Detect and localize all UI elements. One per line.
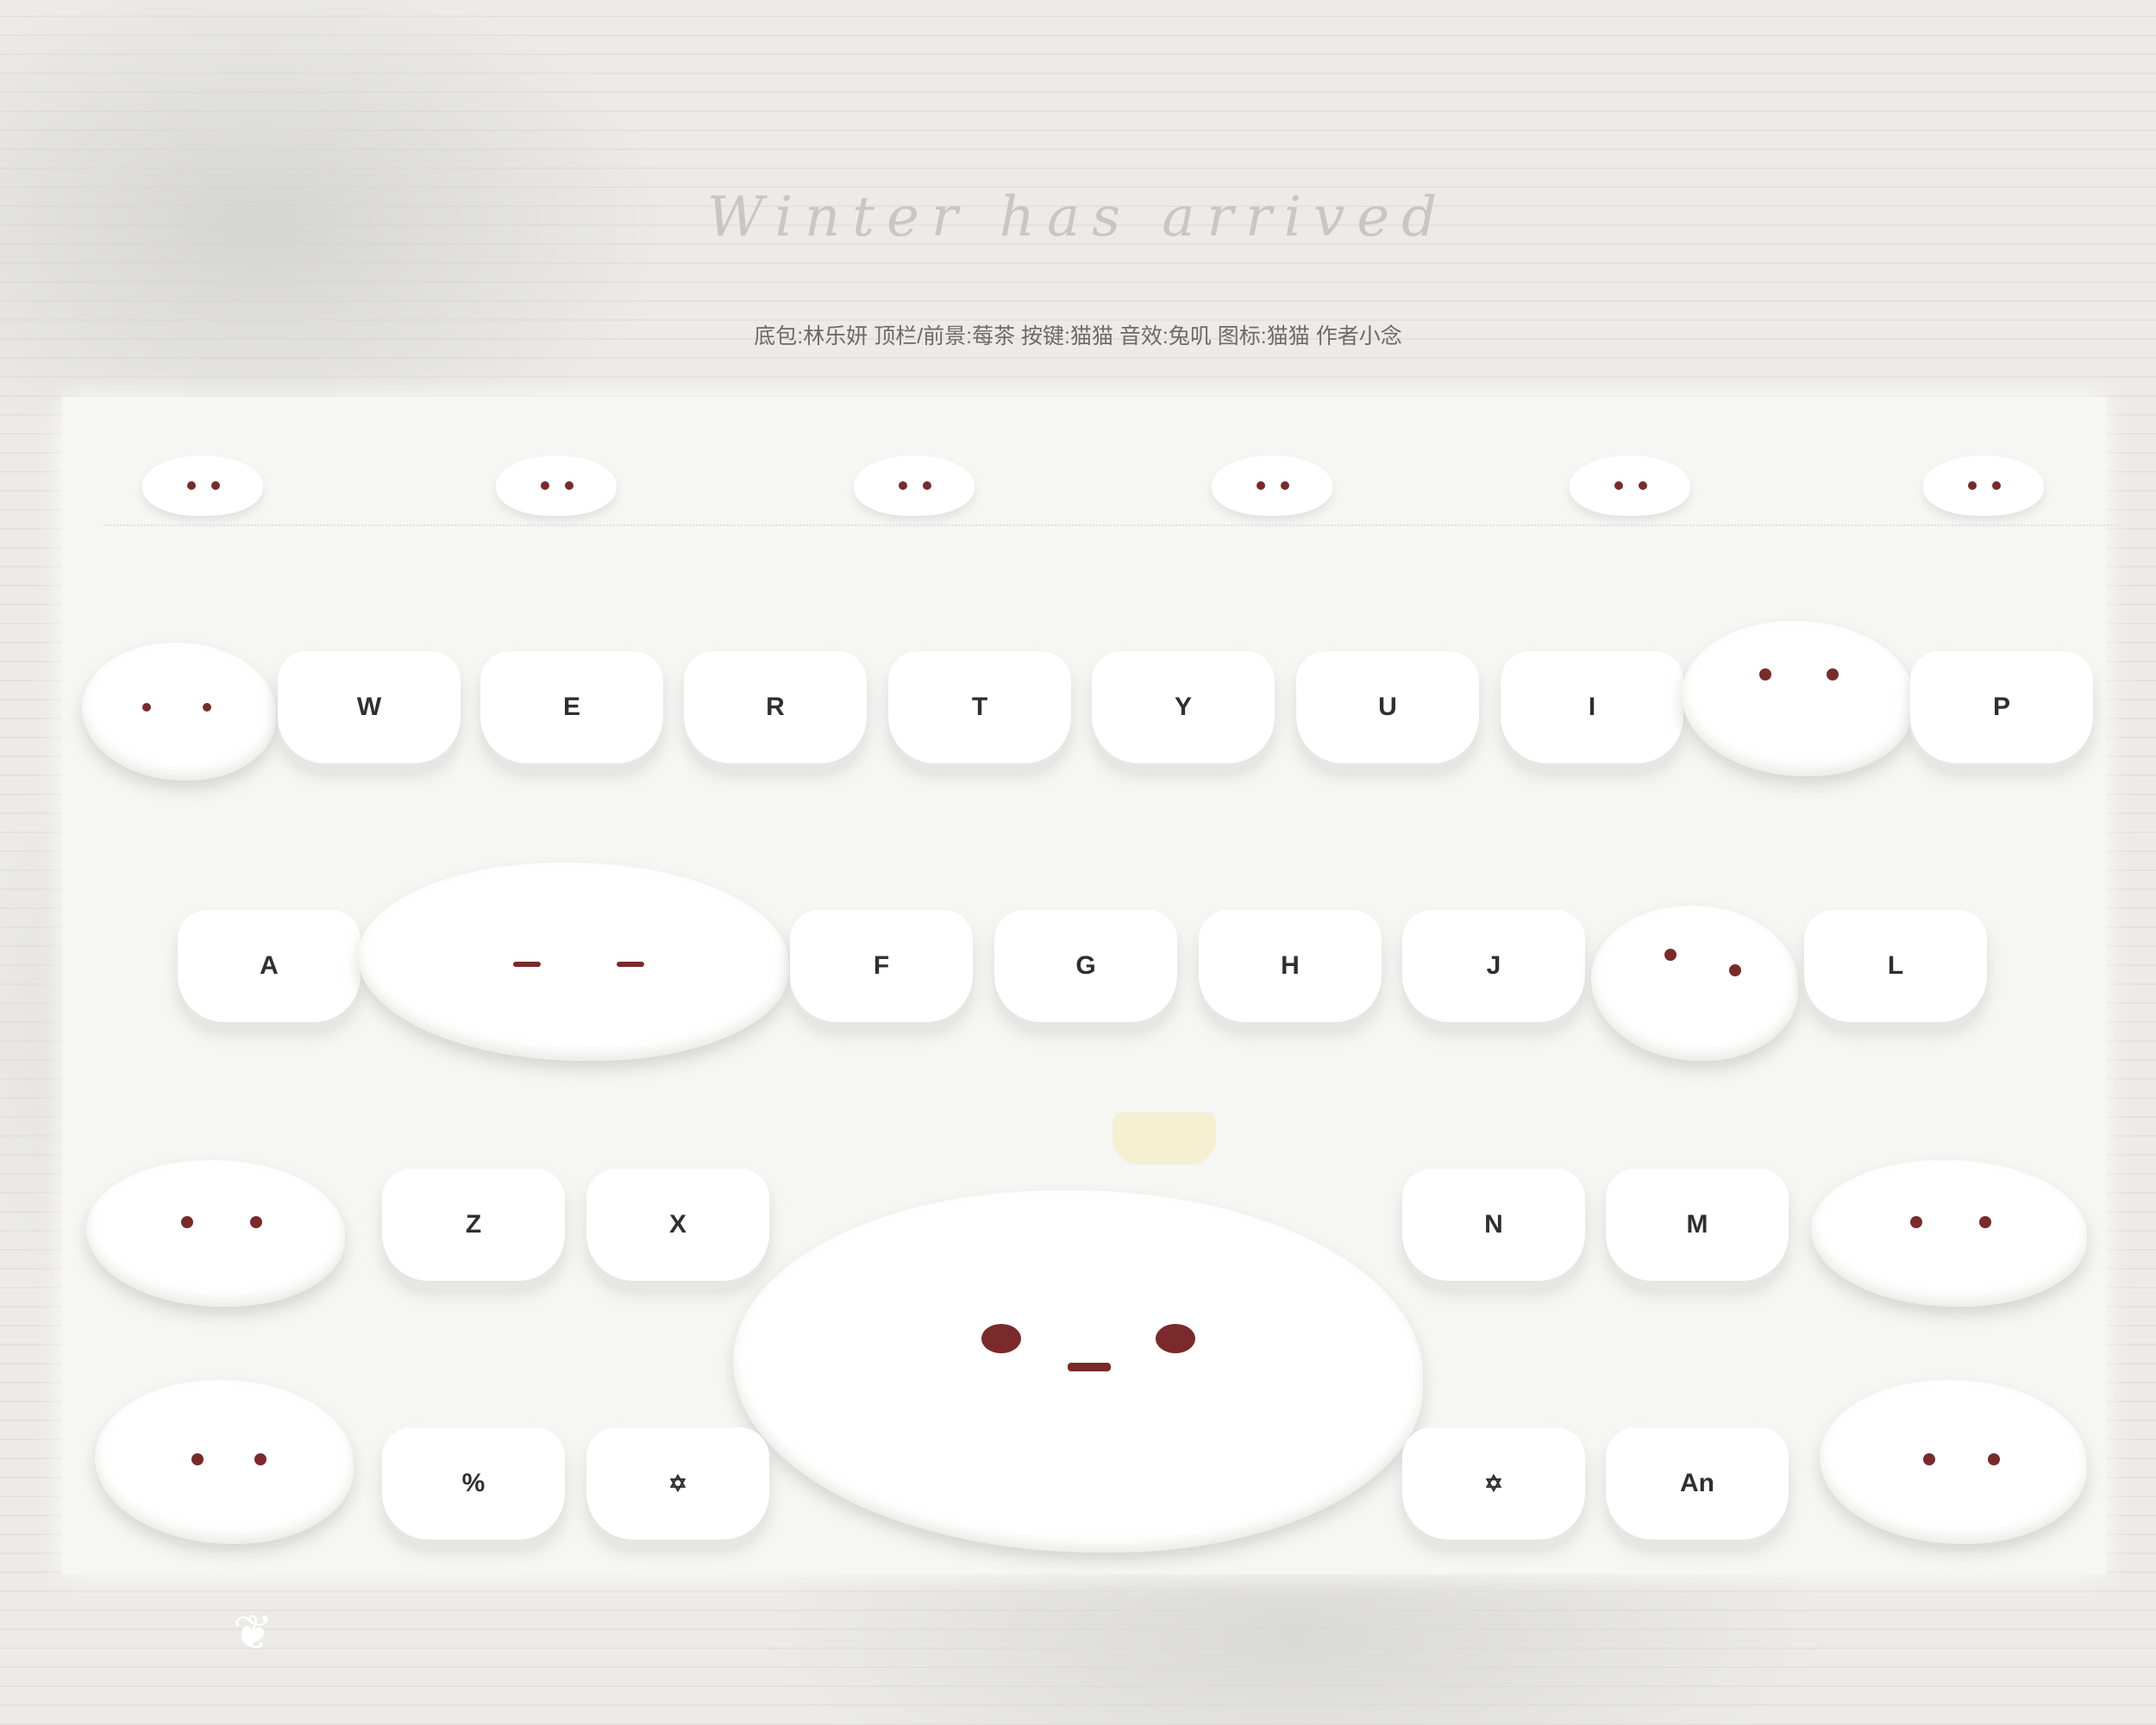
key-h[interactable]: H — [1199, 910, 1382, 1022]
key-n[interactable]: N — [1402, 1169, 1585, 1281]
key-a[interactable]: A — [178, 910, 360, 1022]
key-t[interactable]: T — [888, 651, 1071, 763]
cloud-mascot-icon[interactable] — [854, 455, 975, 516]
key-f[interactable]: F — [790, 910, 973, 1022]
key-m[interactable]: M — [1606, 1169, 1789, 1281]
key-r[interactable]: R — [684, 651, 867, 763]
key-y[interactable]: Y — [1092, 651, 1275, 763]
key-symbol-right[interactable]: ✡ — [1402, 1427, 1585, 1540]
key-percent[interactable]: % — [382, 1427, 565, 1540]
key-w[interactable]: W — [278, 651, 461, 763]
key-u[interactable]: U — [1296, 651, 1479, 763]
cloud-mascot-icon[interactable] — [496, 455, 617, 516]
key-g[interactable]: G — [994, 910, 1177, 1022]
crown-icon — [1112, 1113, 1216, 1164]
candidate-bar-divider — [103, 524, 2122, 526]
key-j[interactable]: J — [1402, 910, 1585, 1022]
key-l[interactable]: L — [1804, 910, 1987, 1022]
cloud-mascot-icon[interactable] — [1570, 455, 1690, 516]
key-i[interactable]: I — [1501, 651, 1683, 763]
theme-credits: 底包:林乐妍 顶栏/前景:莓茶 按键:猫猫 音效:兔叽 图标:猫猫 作者小念 — [754, 324, 1402, 348]
candidate-bar — [103, 440, 2122, 535]
key-e[interactable]: E — [480, 651, 663, 763]
cloud-mascot-icon[interactable] — [142, 455, 263, 516]
butterfly-icon: ❦ — [233, 1605, 273, 1659]
key-language[interactable]: An — [1606, 1427, 1789, 1540]
key-p[interactable]: P — [1910, 651, 2093, 763]
cloud-mascot-icon[interactable] — [1212, 455, 1332, 516]
cloud-mascot-icon[interactable] — [1923, 455, 2044, 516]
key-symbol-left[interactable]: ✡ — [586, 1427, 769, 1540]
key-x[interactable]: X — [586, 1169, 769, 1281]
key-z[interactable]: Z — [382, 1169, 565, 1281]
theme-title: Winter has arrived — [706, 185, 1450, 249]
